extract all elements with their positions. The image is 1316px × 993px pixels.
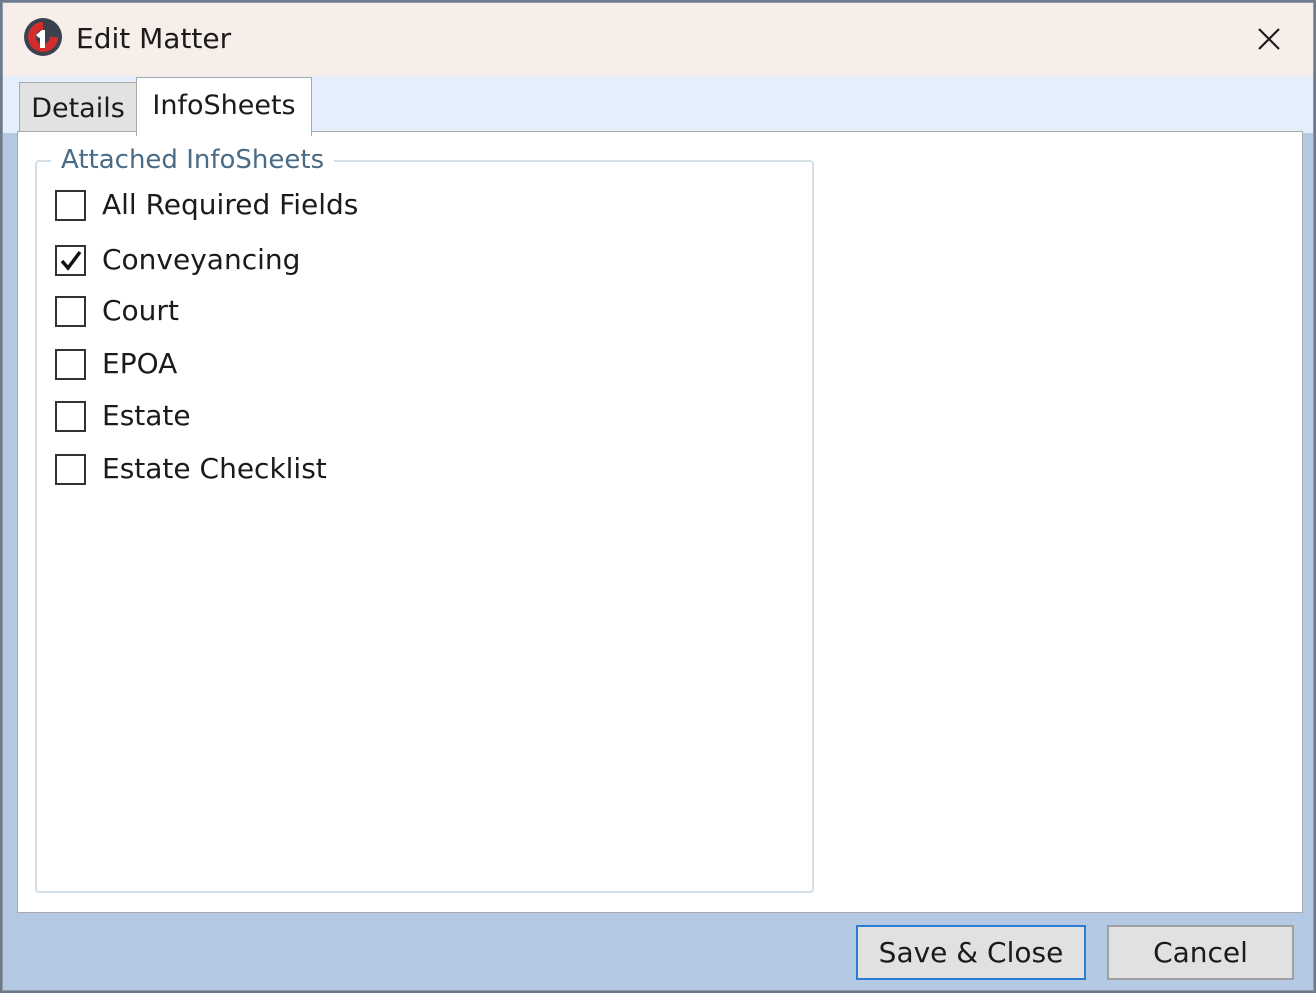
tab-details[interactable]: Details xyxy=(19,82,137,134)
checkbox-court[interactable]: Court xyxy=(55,293,179,329)
checkbox-box[interactable] xyxy=(55,348,86,380)
tab-infosheets[interactable]: InfoSheets xyxy=(136,77,312,136)
checkbox-box[interactable] xyxy=(55,189,86,221)
save-and-close-button[interactable]: Save & Close xyxy=(856,925,1086,980)
attached-infosheets-group: Attached InfoSheets All Required Fields … xyxy=(35,144,814,893)
checkbox-box[interactable] xyxy=(55,244,86,276)
edit-matter-dialog: Edit Matter Details InfoSheets Attached … xyxy=(2,2,1314,991)
window-title: Edit Matter xyxy=(76,22,232,55)
checkbox-label: Estate Checklist xyxy=(102,452,327,485)
checkbox-box[interactable] xyxy=(55,453,86,485)
checkbox-conveyancing[interactable]: Conveyancing xyxy=(55,242,300,278)
checkbox-estate-checklist[interactable]: Estate Checklist xyxy=(55,451,327,487)
checkbox-label: Estate xyxy=(102,399,191,432)
cancel-button[interactable]: Cancel xyxy=(1107,925,1294,980)
checkbox-label: All Required Fields xyxy=(102,188,359,221)
tab-strip: Details InfoSheets xyxy=(3,76,1313,136)
checkbox-label: EPOA xyxy=(102,347,178,380)
checkbox-all-required-fields[interactable]: All Required Fields xyxy=(55,187,358,223)
checkmark-icon xyxy=(60,250,82,271)
app-logo-icon xyxy=(24,18,62,56)
checkbox-box[interactable] xyxy=(55,295,86,327)
group-label: Attached InfoSheets xyxy=(51,144,335,176)
checkbox-box[interactable] xyxy=(55,400,86,432)
checkbox-epoa[interactable]: EPOA xyxy=(55,346,177,382)
close-icon[interactable] xyxy=(1255,25,1283,53)
checkbox-label: Court xyxy=(102,294,179,327)
checkbox-label: Conveyancing xyxy=(102,243,301,276)
infosheets-tab-panel: Attached InfoSheets All Required Fields … xyxy=(17,131,1303,913)
checkbox-estate[interactable]: Estate xyxy=(55,398,191,434)
title-bar: Edit Matter xyxy=(3,3,1313,76)
